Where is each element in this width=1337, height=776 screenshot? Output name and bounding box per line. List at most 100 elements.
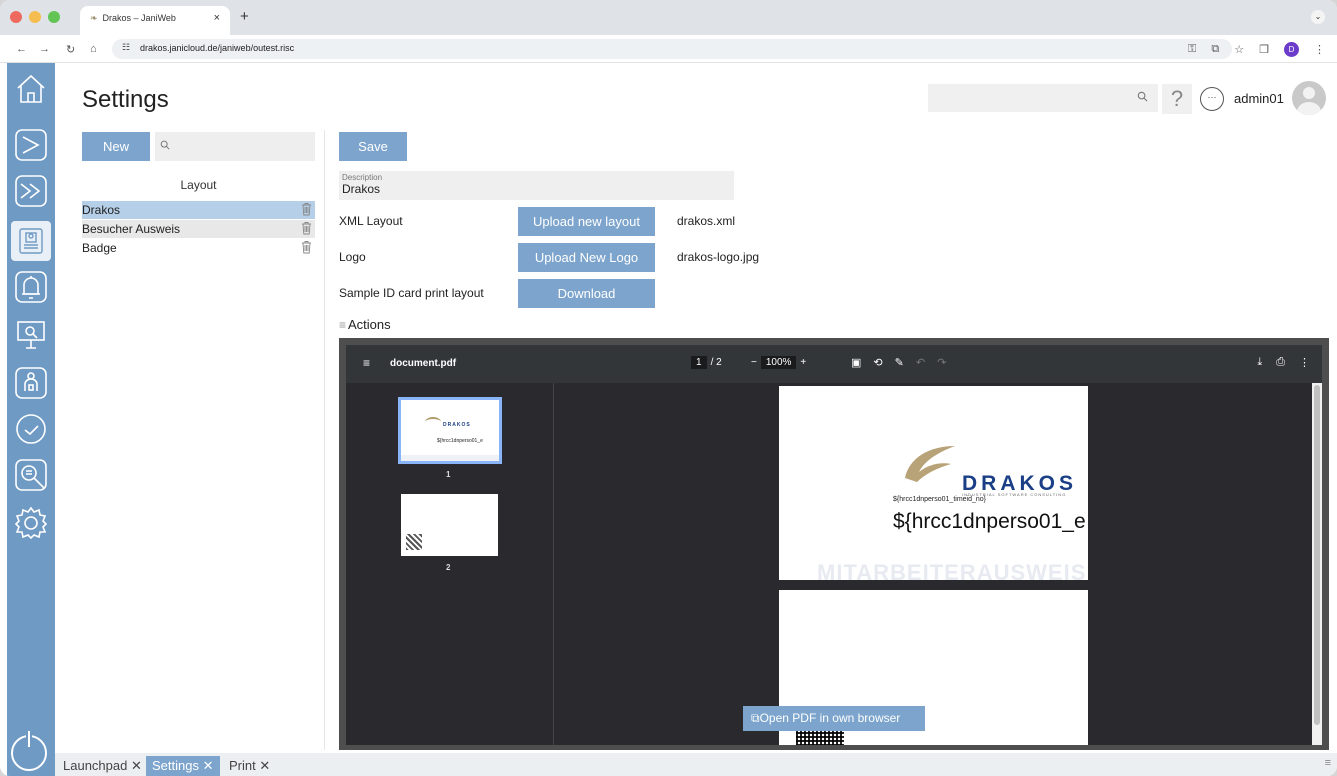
forward-arrow-icon[interactable] xyxy=(11,125,51,165)
layout-row[interactable]: Drakos xyxy=(82,201,315,219)
address-bar-row: ← → ↻ ⌂ ☷ drakos.janicloud.de/janiweb/ou… xyxy=(0,35,1337,63)
password-key-icon[interactable]: ⚿ xyxy=(1188,43,1196,56)
pdf-page-input[interactable]: 1 xyxy=(691,356,707,369)
upload-logo-button[interactable]: Upload New Logo xyxy=(518,243,655,272)
tab-close-icon[interactable]: × xyxy=(214,12,220,24)
pdf-thumbnails: DRAKOS ${hrcc1dnperso01_e 1 2 xyxy=(346,383,553,745)
browser-window: ❧ Drakos – JaniWeb × + ⌄ ← → ↻ ⌂ ☷ drakos… xyxy=(0,0,1337,776)
open-pdf-button[interactable]: ⧉Open PDF in own browser xyxy=(743,706,925,731)
reload-icon[interactable]: ↻ xyxy=(66,43,75,56)
layout-row[interactable]: Besucher Ausweis xyxy=(82,220,315,238)
user-name[interactable]: admin01 xyxy=(1234,91,1284,106)
power-icon[interactable] xyxy=(11,731,47,771)
description-label: Description xyxy=(342,173,383,182)
actions-section-header[interactable]: ≡ Actions xyxy=(339,317,391,332)
url-field[interactable]: ☷ drakos.janicloud.de/janiweb/outest.ris… xyxy=(112,39,1232,59)
tab-search-icon[interactable]: ⌄ xyxy=(1311,10,1325,24)
tab-close-icon[interactable]: ✕ xyxy=(131,758,142,773)
layout-search-input[interactable] xyxy=(155,132,315,161)
zoom-level[interactable]: 100% xyxy=(760,356,797,369)
trash-icon[interactable] xyxy=(301,221,312,235)
visitor-icon[interactable] xyxy=(11,363,51,403)
gear-icon[interactable] xyxy=(11,503,51,543)
placeholder-small: ${hrcc1dnperso01_timeid_no} xyxy=(893,496,987,503)
redo-icon[interactable]: ↷ xyxy=(937,356,946,369)
upload-layout-button[interactable]: Upload new layout xyxy=(518,207,655,236)
download-button[interactable]: Download xyxy=(518,279,655,308)
panel-splitter[interactable] xyxy=(324,130,325,750)
search-icon xyxy=(160,140,170,150)
pdf-total-pages: 2 xyxy=(716,357,722,368)
tab-close-icon[interactable]: ✕ xyxy=(203,758,214,773)
install-app-icon[interactable]: ⧉ xyxy=(1211,43,1219,56)
bookmark-star-icon[interactable]: ☆ xyxy=(1234,43,1244,56)
app-sidebar xyxy=(7,63,55,776)
window-controls xyxy=(10,11,60,23)
help-button[interactable]: ? xyxy=(1162,84,1192,114)
page-thumbnail[interactable]: DRAKOS ${hrcc1dnperso01_e xyxy=(398,397,502,464)
tab-launchpad[interactable]: Launchpad ✕ xyxy=(57,756,148,776)
home-icon[interactable]: ⌂ xyxy=(90,43,97,55)
thumb-qr-code xyxy=(406,534,422,550)
tab-close-icon[interactable]: ✕ xyxy=(259,758,270,773)
new-button[interactable]: New xyxy=(82,132,150,161)
bell-icon[interactable] xyxy=(11,267,51,307)
thumb-placeholder: ${hrcc1dnperso01_e xyxy=(437,438,483,444)
rotate-icon[interactable]: ⟲ xyxy=(873,356,882,369)
logo-label: Logo xyxy=(339,250,366,264)
presentation-icon[interactable] xyxy=(11,315,51,355)
minimize-window-dot[interactable] xyxy=(29,11,41,23)
close-window-dot[interactable] xyxy=(10,11,22,23)
pdf-toolbar: ≡ document.pdf 1/ 2 −100% + ▣ ⟲ ✎ ↶ ↷ ⤓ ⎙… xyxy=(346,345,1322,383)
forward-icon[interactable]: → xyxy=(39,43,50,55)
fast-forward-icon[interactable] xyxy=(11,171,51,211)
print-icon[interactable]: ⎙ xyxy=(1276,356,1285,369)
download-icon[interactable]: ⤓ xyxy=(1257,356,1262,369)
pdf-sidebar-toggle-icon[interactable]: ≡ xyxy=(363,356,370,370)
report-search-icon[interactable] xyxy=(11,455,51,495)
browser-menu-icon[interactable]: ⋮ xyxy=(1314,43,1325,56)
clock-icon[interactable] xyxy=(11,409,51,449)
drakos-logo xyxy=(905,446,955,482)
pdf-page-separator: / xyxy=(710,357,714,368)
zoom-in-button[interactable]: + xyxy=(800,357,806,368)
page-thumbnail[interactable] xyxy=(401,494,498,556)
fit-page-icon[interactable]: ▣ xyxy=(851,356,861,369)
description-field[interactable]: Description Drakos xyxy=(339,171,734,200)
site-settings-icon[interactable]: ☷ xyxy=(122,42,130,53)
layout-row-label: Drakos xyxy=(82,203,121,217)
id-card-icon[interactable] xyxy=(11,221,51,261)
tab-label: Print xyxy=(229,758,256,773)
browser-tab[interactable]: ❧ Drakos – JaniWeb × xyxy=(80,6,230,35)
pdf-page-area[interactable]: DRAKOS INDUSTRIAL SOFTWARE CONSULTING ${… xyxy=(553,383,1312,745)
pdf-page-indicator: 1/ 2 xyxy=(691,356,722,369)
global-search-input[interactable] xyxy=(928,84,1158,112)
tab-settings[interactable]: Settings ✕ xyxy=(146,756,220,776)
tabs-menu-icon[interactable]: ≡ xyxy=(1325,757,1331,769)
pdf-right-tools: ⤓ ⎙ ⋮ xyxy=(1257,356,1310,369)
new-tab-button[interactable]: + xyxy=(240,8,249,25)
chat-icon[interactable]: ⋯ xyxy=(1200,87,1224,111)
pdf-scrollbar[interactable] xyxy=(1312,383,1322,745)
thumb-page-number: 2 xyxy=(446,563,451,572)
home-icon[interactable] xyxy=(11,69,51,109)
undo-icon[interactable]: ↶ xyxy=(916,356,925,369)
pdf-scrollbar-thumb[interactable] xyxy=(1314,385,1320,725)
trash-icon[interactable] xyxy=(301,240,312,254)
layout-row[interactable]: Badge xyxy=(82,239,315,257)
thumb-page-number: 1 xyxy=(446,470,451,479)
user-avatar[interactable] xyxy=(1292,81,1326,115)
more-options-icon[interactable]: ⋮ xyxy=(1299,356,1310,369)
profile-avatar[interactable]: D xyxy=(1284,42,1299,57)
extensions-icon[interactable]: ❐ xyxy=(1259,43,1269,56)
trash-icon[interactable] xyxy=(301,202,312,216)
back-icon[interactable]: ← xyxy=(16,43,27,55)
save-button[interactable]: Save xyxy=(339,132,407,161)
browser-toolbar-right: ⚿ ⧉ ☆ ❐ D ⋮ xyxy=(1188,42,1325,57)
annotate-icon[interactable]: ✎ xyxy=(895,356,904,369)
tab-print[interactable]: Print ✕ xyxy=(223,756,276,776)
layout-row-label: Badge xyxy=(82,241,117,255)
zoom-out-button[interactable]: − xyxy=(751,357,757,368)
zoom-window-dot[interactable] xyxy=(48,11,60,23)
layout-row-label: Besucher Ausweis xyxy=(82,222,181,236)
